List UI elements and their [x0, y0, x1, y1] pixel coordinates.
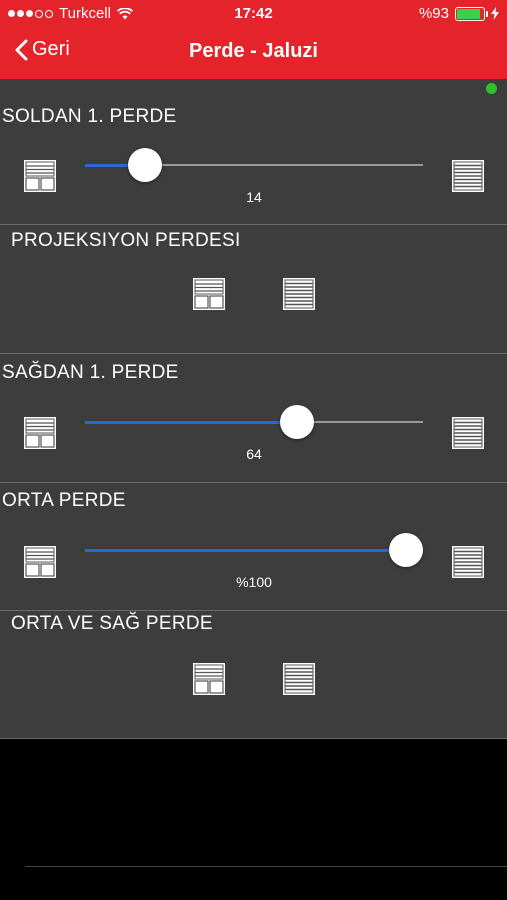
- battery-icon: [455, 6, 488, 21]
- slider-fill: [85, 549, 406, 552]
- status-bar: Turkcell 17:42 %93: [0, 0, 507, 26]
- slider-thumb[interactable]: [279, 405, 314, 439]
- curtain-closed-icon[interactable]: [451, 545, 485, 579]
- curtain-section-orta: ORTA PERDE %100: [0, 483, 507, 611]
- section-title: ORTA VE SAĞ PERDE: [11, 613, 213, 634]
- status-right: %93: [419, 5, 499, 22]
- curtain-section-sagdan-1: SAĞDAN 1. PERDE 64: [0, 354, 507, 483]
- curtain-closed-icon[interactable]: [282, 277, 316, 311]
- slider-thumb[interactable]: [127, 148, 162, 182]
- curtain-open-icon[interactable]: [192, 277, 226, 311]
- battery-percent: %93: [418, 5, 449, 22]
- curtain-closed-icon[interactable]: [451, 416, 485, 450]
- curtain-open-icon[interactable]: [23, 416, 57, 450]
- curtain-section-soldan-1: SOLDAN 1. PERDE 14: [0, 79, 507, 225]
- slider-value: %100: [236, 574, 272, 590]
- slider-value: 64: [246, 446, 262, 462]
- curtain-closed-icon[interactable]: [282, 662, 316, 696]
- nav-bar: Geri Perde - Jaluzi: [0, 26, 507, 79]
- slider-value: 14: [246, 189, 262, 205]
- curtain-section-projeksiyon: PROJEKSIYON PERDESI: [0, 225, 507, 354]
- curtain-open-icon[interactable]: [192, 662, 226, 696]
- curtain-open-icon[interactable]: [23, 159, 57, 193]
- charging-icon: [491, 7, 499, 20]
- slider-thumb[interactable]: [389, 533, 423, 567]
- section-title: SAĞDAN 1. PERDE: [2, 362, 179, 383]
- curtain-slider[interactable]: [85, 145, 423, 185]
- curtain-section-orta-ve-sag: ORTA VE SAĞ PERDE: [0, 611, 507, 739]
- curtain-list: SOLDAN 1. PERDE 14 PROJEKSIYON PERDESI S…: [0, 79, 507, 739]
- slider-fill: [85, 421, 297, 424]
- curtain-slider[interactable]: [85, 402, 423, 442]
- curtain-closed-icon[interactable]: [451, 159, 485, 193]
- section-title: SOLDAN 1. PERDE: [2, 106, 177, 127]
- page-title: Perde - Jaluzi: [189, 40, 318, 62]
- section-title: PROJEKSIYON PERDESI: [11, 230, 241, 251]
- section-title: ORTA PERDE: [2, 490, 126, 511]
- curtain-slider[interactable]: [85, 530, 423, 570]
- divider: [25, 866, 507, 867]
- curtain-open-icon[interactable]: [23, 545, 57, 579]
